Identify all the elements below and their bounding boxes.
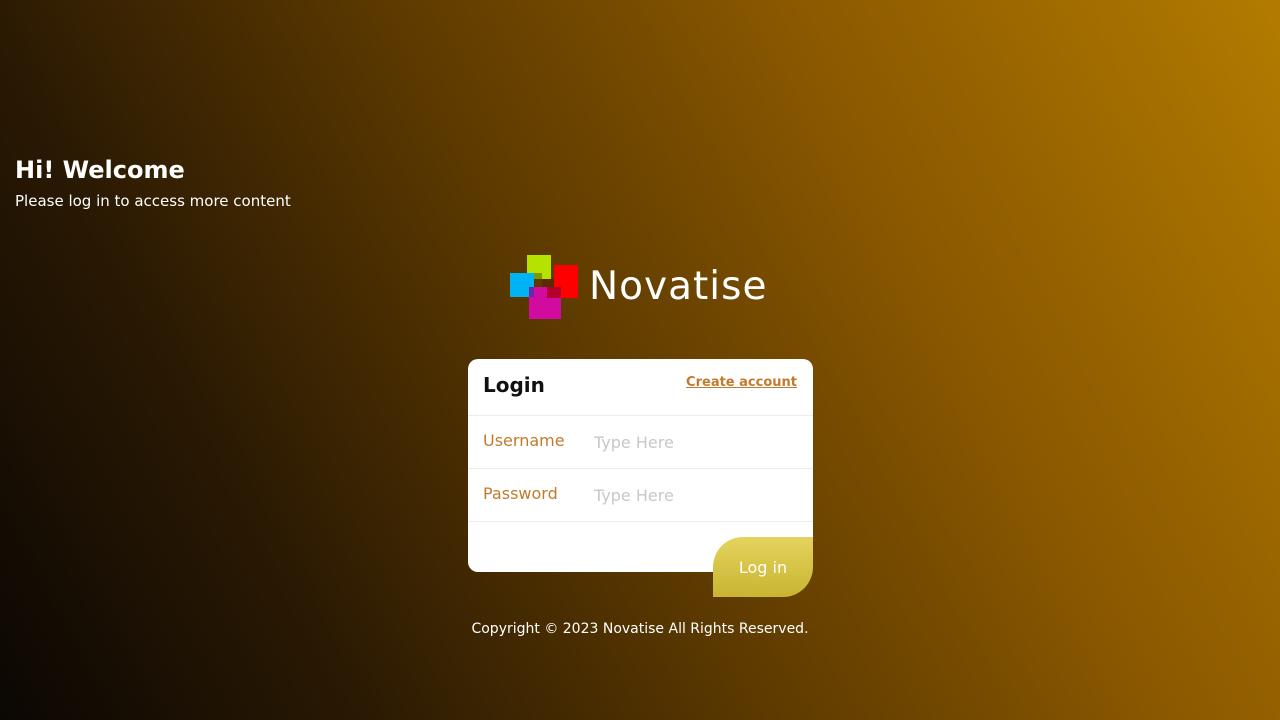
copyright-footer: Copyright © 2023 Novatise All Rights Res… — [471, 621, 809, 637]
four-color-squares-logo-icon — [510, 255, 578, 319]
welcome-section: Hi! Welcome Please log in to access more… — [15, 152, 291, 212]
password-row: Password — [468, 469, 813, 522]
create-account-link[interactable]: Create account — [686, 375, 797, 390]
welcome-title: Hi! Welcome — [15, 156, 185, 184]
login-title: Login — [483, 373, 545, 397]
username-row: Username — [468, 416, 813, 469]
login-button[interactable]: Log in — [713, 537, 813, 597]
username-input[interactable] — [594, 429, 794, 455]
brand-name: Novatise — [589, 264, 768, 309]
brand: Novatise — [509, 254, 767, 320]
username-label: Username — [483, 431, 565, 450]
password-input[interactable] — [594, 482, 794, 508]
welcome-subtitle: Please log in to access more content — [15, 192, 291, 210]
password-label: Password — [483, 484, 558, 503]
login-card-header: Login Create account — [468, 359, 813, 416]
